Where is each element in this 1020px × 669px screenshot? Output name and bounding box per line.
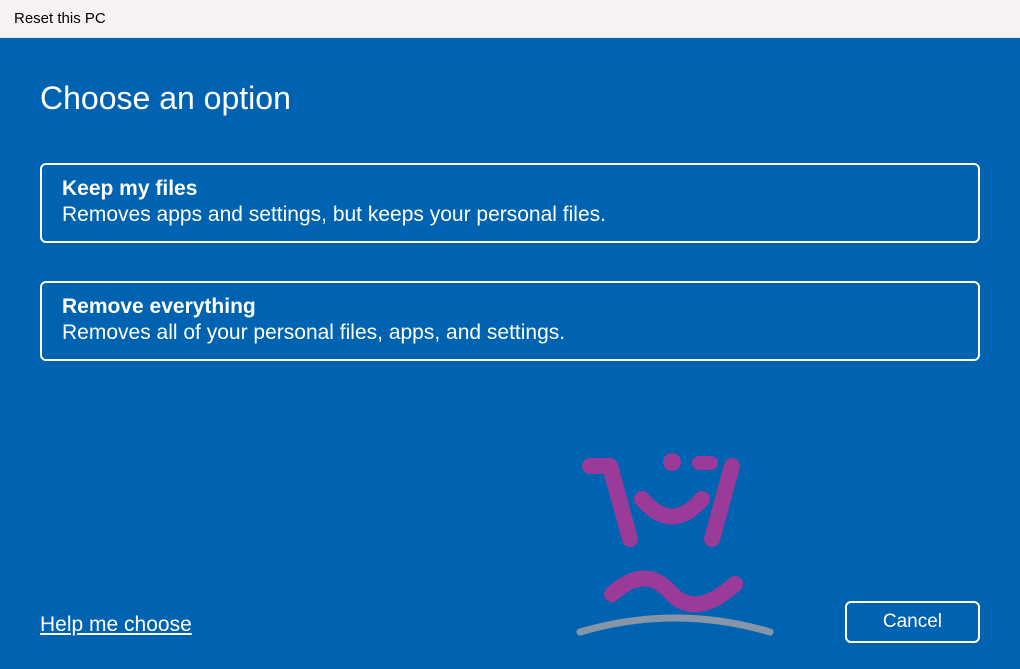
options-list: Keep my files Removes apps and settings,…: [40, 163, 980, 361]
option-description: Removes apps and settings, but keeps you…: [62, 203, 958, 227]
option-keep-my-files[interactable]: Keep my files Removes apps and settings,…: [40, 163, 980, 243]
window-title: Reset this PC: [14, 10, 106, 27]
option-remove-everything[interactable]: Remove everything Removes all of your pe…: [40, 281, 980, 361]
footer: Help me choose Cancel: [40, 601, 980, 643]
cancel-button[interactable]: Cancel: [845, 601, 980, 643]
option-title: Keep my files: [62, 177, 958, 201]
content-area: Choose an option Keep my files Removes a…: [0, 38, 1020, 669]
option-title: Remove everything: [62, 295, 958, 319]
help-me-choose-link[interactable]: Help me choose: [40, 613, 192, 643]
option-description: Removes all of your personal files, apps…: [62, 321, 958, 345]
titlebar: Reset this PC: [0, 0, 1020, 38]
page-title: Choose an option: [40, 80, 980, 117]
